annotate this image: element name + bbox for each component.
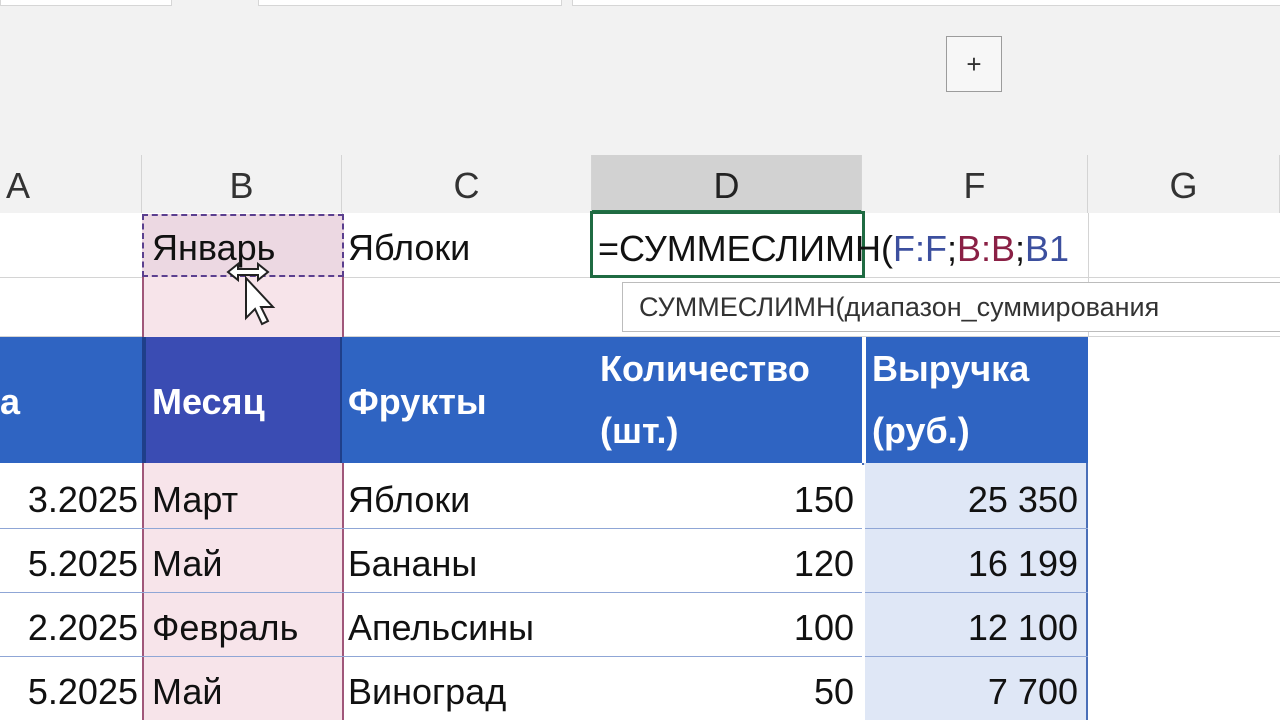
cell-date[interactable]: 3.2025 <box>0 465 138 529</box>
header-revenue-line2: (руб.) <box>872 410 970 451</box>
cell-date[interactable]: 5.2025 <box>0 657 138 721</box>
ribbon-stub <box>572 0 1280 6</box>
cell-quantity[interactable]: 50 <box>592 657 854 721</box>
header-quantity[interactable]: Количество (шт.) <box>592 337 862 463</box>
ribbon-stub <box>0 0 172 6</box>
cell-revenue[interactable]: 7 700 <box>866 657 1078 721</box>
cell-month[interactable]: Май <box>152 657 340 721</box>
cell-quantity[interactable]: 120 <box>592 529 854 593</box>
table-row[interactable]: 5.2025 Май Бананы 120 16 199 <box>0 529 1088 593</box>
table-row[interactable]: 3.2025 Март Яблоки 150 25 350 <box>0 465 1088 529</box>
table-row[interactable]: 5.2025 Май Виноград 50 7 700 <box>0 657 1088 721</box>
ribbon-stub <box>258 0 562 6</box>
table-header-row: а Месяц Фрукты Количество (шт.) Выручка … <box>0 337 1088 463</box>
cell-month[interactable]: Май <box>152 529 340 593</box>
cell-quantity[interactable]: 100 <box>592 593 854 657</box>
header-fruit[interactable]: Фрукты <box>342 337 592 463</box>
formula-ref-f: F:F <box>892 228 947 269</box>
ribbon-area: + <box>0 0 1280 155</box>
formula-ref-b1: B1 <box>1025 228 1070 269</box>
header-date[interactable]: а <box>0 337 142 463</box>
cell-quantity[interactable]: 150 <box>592 465 854 529</box>
cell-fruit[interactable]: Виноград <box>348 657 588 721</box>
formula-ref-b: B:B <box>956 228 1015 269</box>
header-divider <box>340 337 342 463</box>
column-header-c[interactable]: C <box>342 155 592 213</box>
formula-sep: ; <box>1015 228 1026 269</box>
header-quantity-line2: (шт.) <box>600 410 679 451</box>
formula-text[interactable]: =СУММЕСЛИМН(F:F;B:B;B1 <box>598 213 1069 277</box>
cell-month[interactable]: Февраль <box>152 593 340 657</box>
cell-date[interactable]: 5.2025 <box>0 529 138 593</box>
table-row[interactable]: 2.2025 Февраль Апельсины 100 12 100 <box>0 593 1088 657</box>
add-button[interactable]: + <box>946 36 1002 92</box>
header-divider <box>142 337 146 463</box>
formula-prefix: =СУММЕСЛИМН( <box>598 228 893 269</box>
header-divider <box>862 337 866 463</box>
column-header-a[interactable]: A <box>0 155 142 213</box>
header-revenue[interactable]: Выручка (руб.) <box>866 337 1088 463</box>
column-header-b[interactable]: B <box>142 155 342 213</box>
cell-fruit[interactable]: Яблоки <box>348 465 588 529</box>
header-revenue-line1: Выручка <box>872 348 1030 389</box>
cell-date[interactable]: 2.2025 <box>0 593 138 657</box>
header-quantity-line1: Количество <box>600 348 810 389</box>
header-month[interactable]: Месяц <box>146 337 340 463</box>
function-tooltip[interactable]: СУММЕСЛИМН(диапазон_суммирования <box>622 282 1280 332</box>
cell-revenue[interactable]: 25 350 <box>866 465 1078 529</box>
column-header-f[interactable]: F <box>862 155 1088 213</box>
formula-sep: ; <box>946 228 957 269</box>
cell-revenue[interactable]: 16 199 <box>866 529 1078 593</box>
cell-fruit[interactable]: Апельсины <box>348 593 588 657</box>
column-header-g[interactable]: G <box>1088 155 1280 213</box>
cell-fruit[interactable]: Бананы <box>348 529 588 593</box>
cell-c1[interactable]: Яблоки <box>348 213 588 277</box>
cell-revenue[interactable]: 12 100 <box>866 593 1078 657</box>
column-header-d[interactable]: D <box>592 155 862 213</box>
table-divider <box>862 465 865 720</box>
cell-month[interactable]: Март <box>152 465 340 529</box>
move-cursor-icon <box>226 261 276 326</box>
